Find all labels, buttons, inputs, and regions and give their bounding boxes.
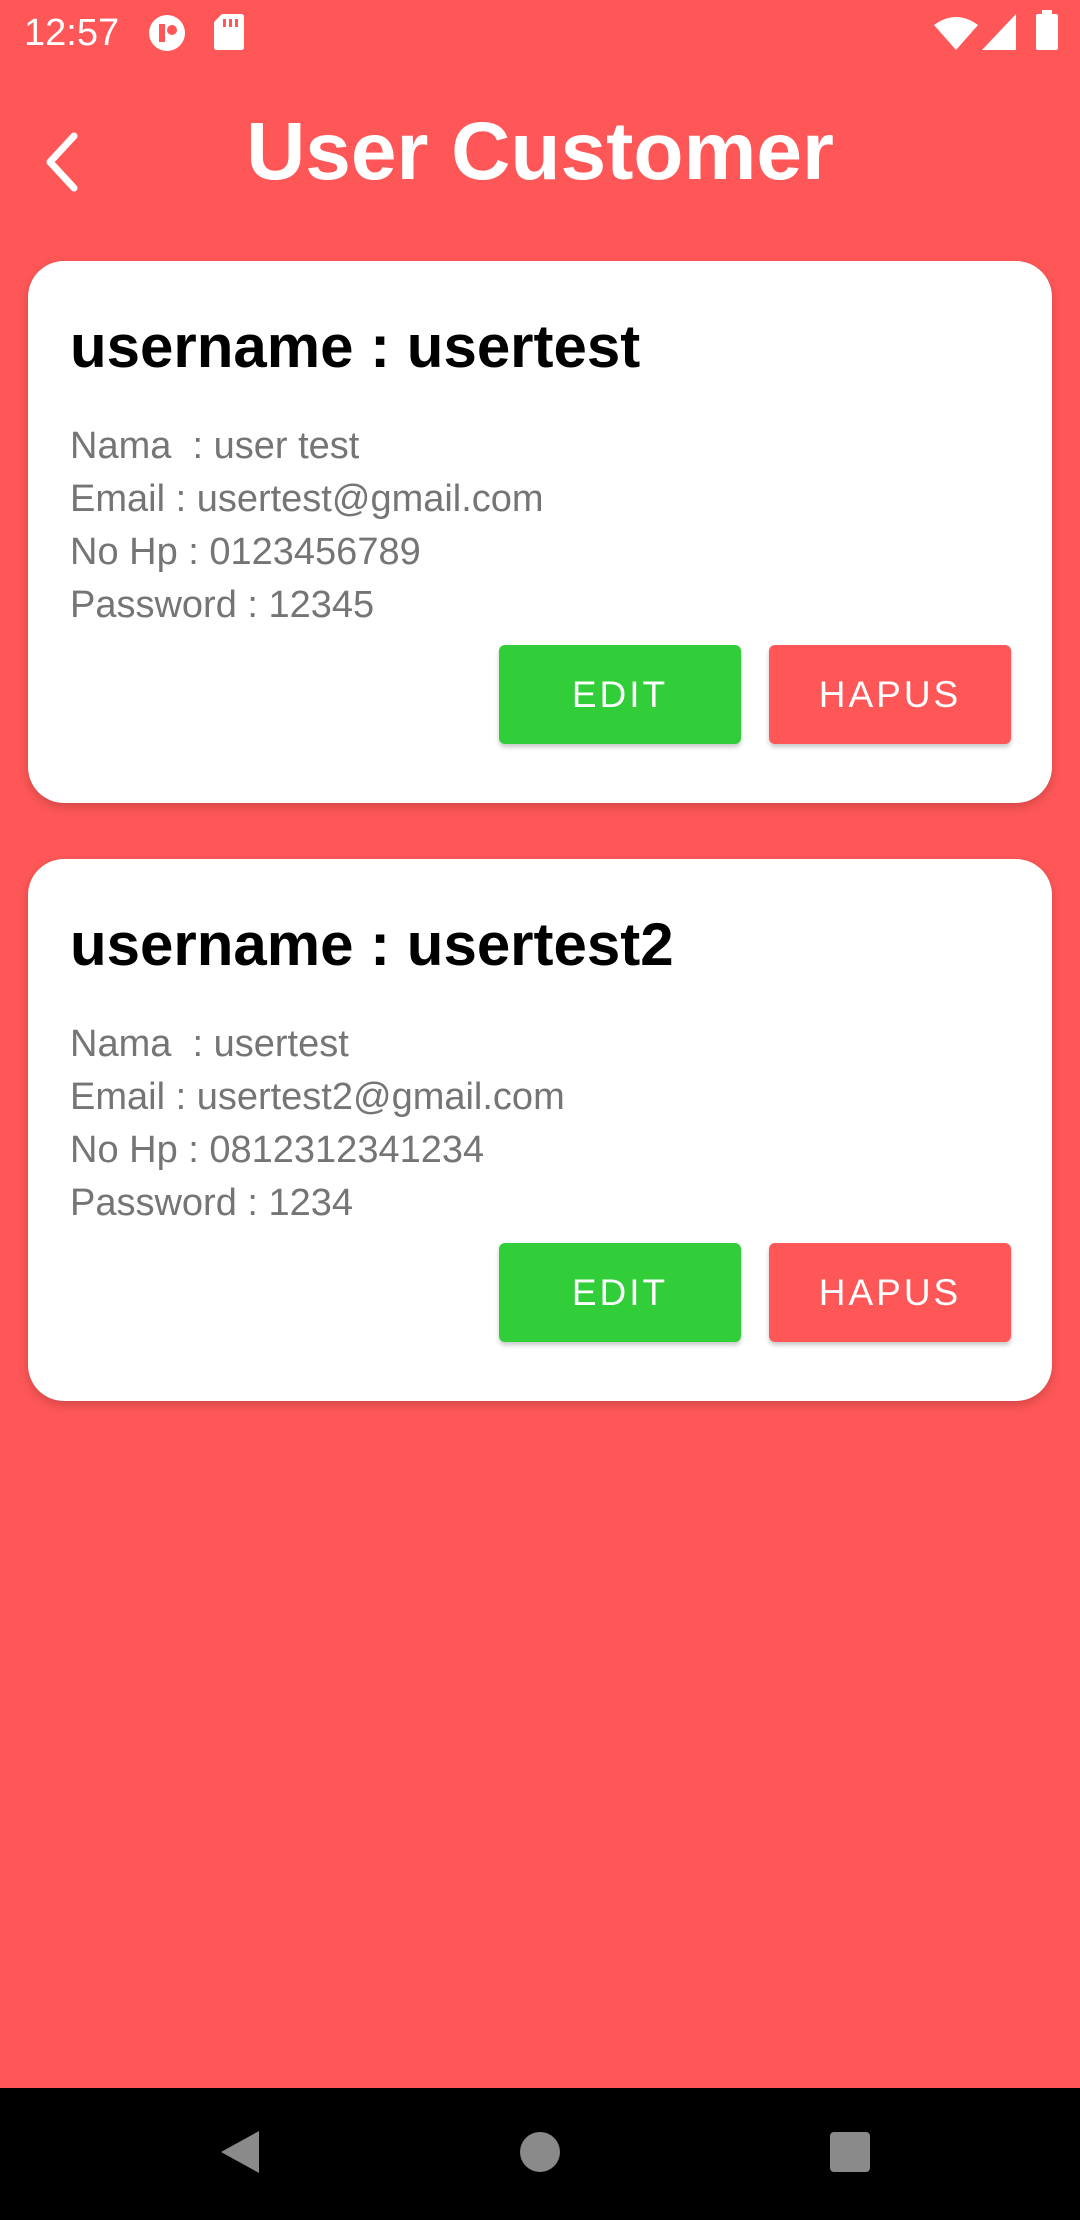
nama-text: Nama : user test — [70, 425, 360, 467]
phone-text: No Hp : 0123456789 — [70, 531, 421, 573]
app-bar: User Customer — [0, 66, 1080, 242]
delete-button[interactable]: HAPUS — [769, 645, 1011, 744]
home-circle-icon — [518, 2130, 562, 2179]
signal-icon — [982, 14, 1016, 55]
nav-recents-button[interactable] — [804, 2108, 896, 2200]
status-time: 12:57 — [24, 12, 120, 54]
nav-home-button[interactable] — [494, 2108, 586, 2200]
battery-icon — [1036, 10, 1058, 55]
username-heading: username : usertest2 — [70, 911, 674, 978]
system-nav-bar — [0, 2088, 1080, 2220]
phone-text: No Hp : 0812312341234 — [70, 1129, 485, 1171]
notification-app-icon — [148, 14, 186, 57]
user-card: username : usertest Nama : user test Ema… — [28, 261, 1052, 803]
nav-back-button[interactable] — [194, 2108, 286, 2200]
recents-square-icon — [829, 2131, 871, 2178]
edit-button[interactable]: EDIT — [499, 645, 741, 744]
email-text: Email : usertest2@gmail.com — [70, 1076, 565, 1118]
email-text: Email : usertest@gmail.com — [70, 478, 544, 520]
status-bar: 12:57 — [0, 0, 1080, 66]
password-text: Password : 12345 — [70, 584, 375, 626]
user-card: username : usertest2 Nama : usertest Ema… — [28, 859, 1052, 1401]
sd-card-icon — [214, 14, 244, 55]
back-triangle-icon — [219, 2129, 261, 2180]
nama-text: Nama : usertest — [70, 1023, 349, 1065]
page-title: User Customer — [246, 106, 834, 197]
wifi-icon — [934, 16, 978, 55]
delete-button[interactable]: HAPUS — [769, 1243, 1011, 1342]
password-text: Password : 1234 — [70, 1182, 354, 1224]
edit-button[interactable]: EDIT — [499, 1243, 741, 1342]
username-heading: username : usertest — [70, 313, 641, 380]
